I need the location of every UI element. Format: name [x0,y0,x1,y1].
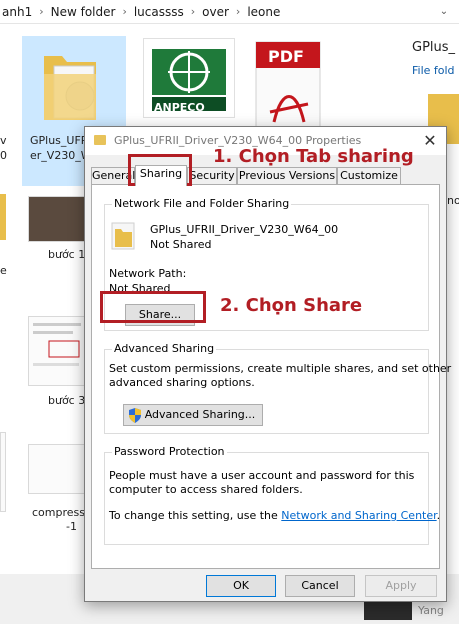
chevron-down-icon[interactable]: ⌄ [436,4,452,20]
tab-security[interactable]: Security [187,167,237,185]
advanced-sharing-button[interactable]: Advanced Sharing... [123,404,263,426]
logo-thumbnail[interactable]: ANPECO [143,38,235,118]
description-text: computer to access shared folders. [109,483,303,496]
document-preview-icon [33,323,81,366]
annotation-step2: 2. Chọn Share [220,295,363,316]
breadcrumb-item[interactable]: anh1 [2,5,32,19]
change-setting-prefix: To change this setting, use the [109,509,282,522]
file-name: compress- [32,506,89,519]
pdf-thumbnail[interactable]: PDF [252,38,324,138]
tab-sharing[interactable]: Sharing [135,165,187,186]
group-title: Network File and Folder Sharing [112,197,292,210]
file-name: -1 [66,520,77,533]
annotation-step1: 1. Chọn Tab sharing [213,146,414,167]
file-name-partial: no [447,194,459,207]
shared-folder-icon [111,222,135,250]
folder-icon [44,56,96,120]
file-name-partial: v [0,134,7,147]
image-thumbnail[interactable] [28,196,86,242]
change-setting-text: To change this setting, use the Network … [109,509,440,522]
chevron-right-icon: › [235,5,241,18]
description-text: People must have a user account and pass… [109,469,415,482]
folder-icon [94,135,106,145]
advanced-sharing-label: Advanced Sharing... [144,408,256,421]
uac-shield-icon [129,408,141,423]
breadcrumb-item[interactable]: New folder [51,5,116,19]
password-protection-group: Password Protection People must have a u… [104,445,440,545]
highlight-box-share-button [100,291,206,323]
advanced-sharing-group: Advanced Sharing Set custom permissions,… [104,342,451,434]
breadcrumb: anh1 › New folder › lucassss › over › leone [2,0,280,24]
group-title: Advanced Sharing [112,342,217,355]
chevron-right-icon: › [190,5,196,18]
chevron-right-icon: › [39,5,44,18]
caption-text: Yang [418,604,444,617]
ok-button[interactable]: OK [206,575,276,597]
chevron-right-icon: › [122,5,127,18]
file-name-partial: 0 [0,149,7,162]
close-button[interactable]: ✕ [419,130,441,152]
tab-previous-versions[interactable]: Previous Versions [237,167,337,185]
breadcrumb-item[interactable]: lucassss [134,5,184,19]
image-thumbnail[interactable] [28,444,86,494]
group-title: Password Protection [112,445,227,458]
logo-text: ANPECO [154,101,205,114]
apply-button[interactable]: Apply [365,575,437,597]
description-text: advanced sharing options. [109,376,255,389]
address-bar[interactable]: anh1 › New folder › lucassss › over › leone … [0,0,459,24]
network-sharing-center-link[interactable]: Network and Sharing Center [281,509,436,522]
folder-subtitle: File fold [412,64,455,77]
network-path-label: Network Path: [109,267,187,280]
breadcrumb-item[interactable]: over [202,5,229,19]
tab-customize[interactable]: Customize [337,167,401,185]
cancel-button[interactable]: Cancel [285,575,355,597]
image-thumbnail[interactable] [28,316,86,386]
change-setting-suffix: . [436,509,441,522]
sharing-tab-panel: Network File and Folder Sharing GPlus_UF… [91,184,451,569]
breadcrumb-item[interactable]: leone [247,5,280,19]
folder-title: GPlus_ [412,40,456,55]
description-text: Set custom permissions, create multiple … [109,362,452,375]
file-name: GPlus_UFR [30,134,89,147]
folder-icon [0,194,6,240]
image-thumbnail [0,432,6,512]
file-name: bước 3 [48,394,86,407]
folder-name: GPlus_UFRII_Driver_V230_W64_00 [150,223,339,236]
share-status: Not Shared [150,238,212,251]
file-name-partial: e [0,264,7,277]
properties-dialog: GPlus_UFRII_Driver_V230_W64_00 Propertie… [84,126,451,602]
file-name: bước 1 [48,248,86,261]
tab-strip: General Sharing Security Previous Versio… [91,165,441,186]
pdf-label: PDF [268,47,304,66]
file-name: er_V230_W [30,149,92,162]
